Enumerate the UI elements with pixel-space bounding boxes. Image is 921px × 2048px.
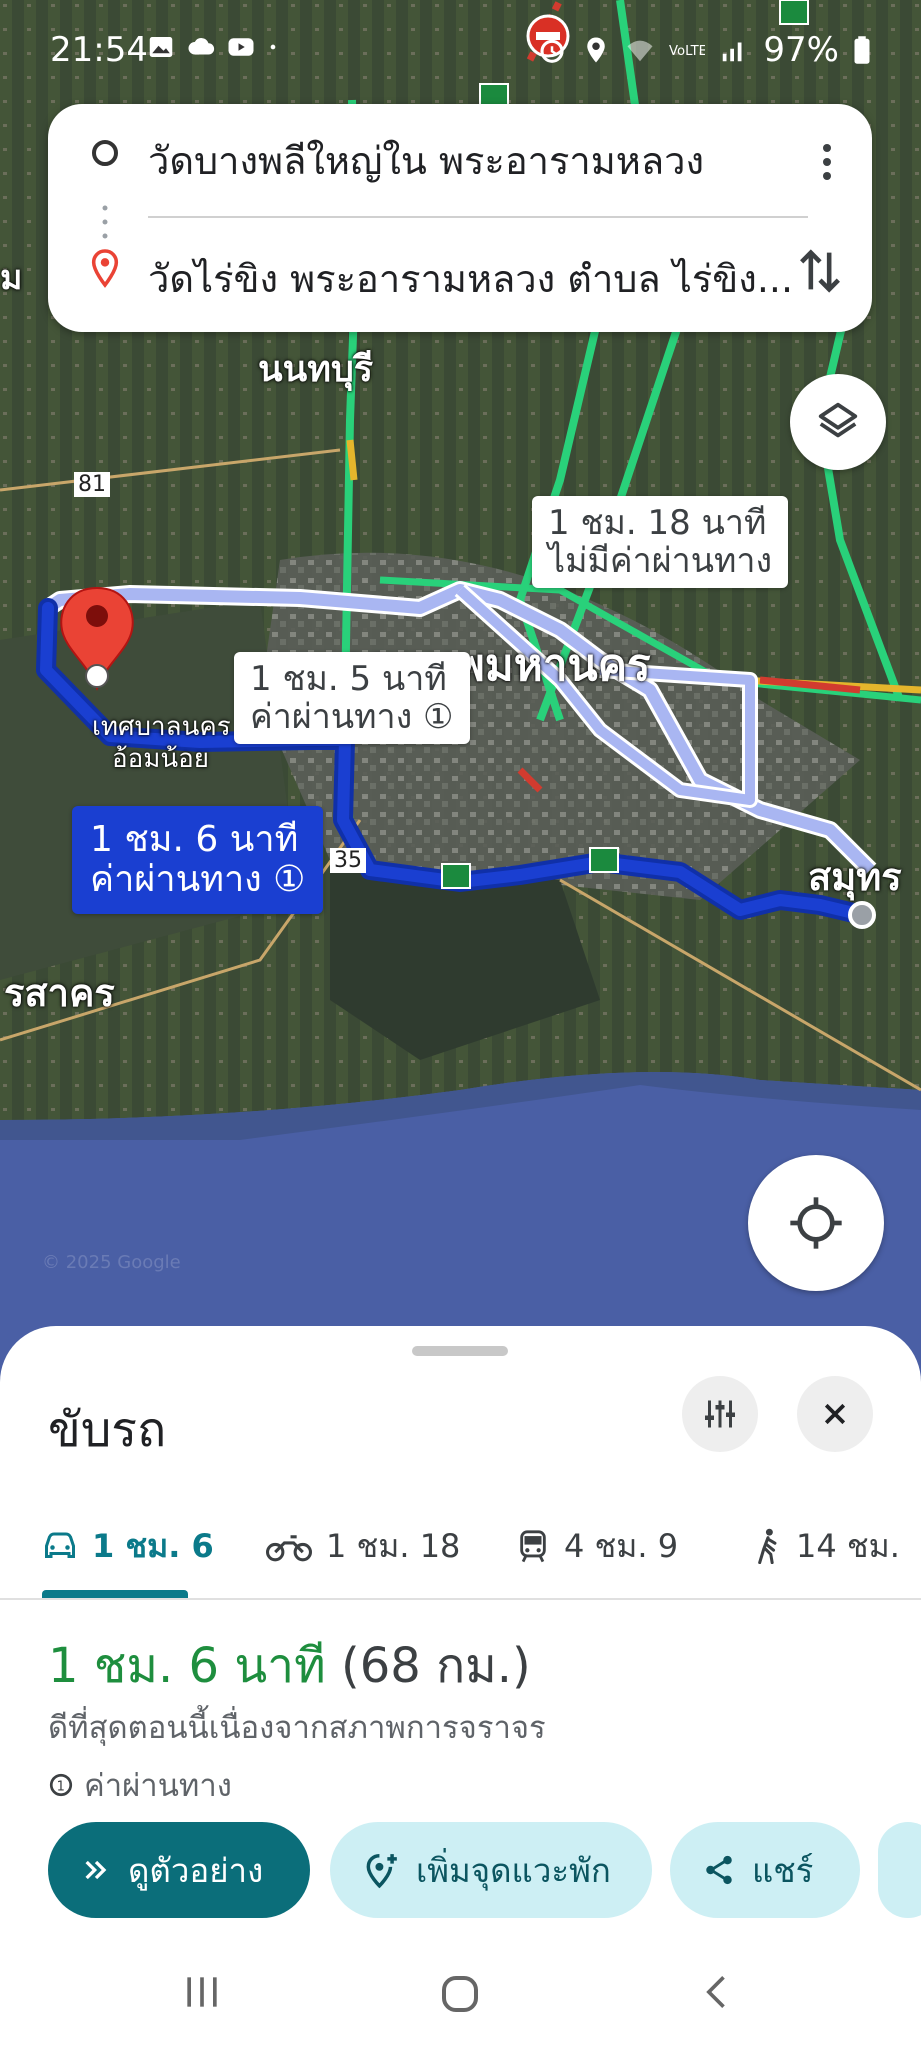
wifi-icon	[627, 40, 653, 62]
gallery-icon	[149, 37, 173, 57]
tab-motorcycle-label: 1 ชม. 18	[326, 1526, 461, 1565]
map-label-samut-sakhon: รสาคร	[4, 971, 115, 1015]
toll-label: ค่าผ่านทาง	[84, 1768, 232, 1804]
volte-icon: VoLTE	[669, 44, 705, 59]
my-location-button[interactable]	[748, 1155, 884, 1291]
alarm-icon	[540, 39, 564, 63]
map-label-om-noi-2: อ้อมน้อย	[112, 744, 209, 774]
route-summary: 1 ชม. 6 นาที (68 กม.)	[48, 1628, 531, 1704]
share-icon	[706, 1855, 732, 1885]
road-shield-81: 81	[74, 472, 110, 497]
share-button[interactable]: แชร์	[670, 1822, 860, 1918]
route-callout-primary-toll: ค่าผ่านทาง ①	[90, 859, 306, 900]
tab-transit[interactable]: 4 ชม. 9	[516, 1496, 678, 1596]
back-icon[interactable]	[696, 1970, 740, 2014]
add-location-icon	[366, 1854, 397, 1889]
route-callout-alt1-toll: ค่าผ่านทาง ①	[250, 697, 454, 737]
tab-walking-label: 14 ชม.	[796, 1526, 900, 1565]
status-bar: 21:54 VoLTE 97%	[0, 0, 921, 100]
youtube-icon	[228, 38, 254, 56]
share-label: แชร์	[752, 1850, 814, 1890]
road-shield-35: 35	[330, 848, 366, 873]
route-callout-alt2-time: 1 ชม. 18 นาที	[548, 503, 767, 543]
swap-icon[interactable]	[798, 244, 842, 298]
route-callout-alt1[interactable]: 1 ชม. 5 นาที ค่าผ่านทาง ①	[234, 652, 470, 744]
route-duration: 1 ชม. 6 นาที	[48, 1638, 326, 1694]
system-nav-bar	[0, 1940, 921, 2048]
layers-icon	[818, 402, 858, 438]
cloud-icon	[188, 38, 215, 55]
dot-icon	[270, 44, 276, 50]
close-button[interactable]	[797, 1376, 873, 1452]
tab-driving-label: 1 ชม. 6	[92, 1526, 214, 1565]
map-label-left-edge: ม	[0, 258, 23, 298]
car-icon	[45, 1532, 75, 1558]
origin-row[interactable]: วัดบางพลีใหญ่ใน พระอารามหลวง	[48, 104, 872, 204]
route-callout-alt2[interactable]: 1 ชม. 18 นาที ไม่มีค่าผ่านทาง	[532, 496, 789, 588]
tune-icon	[705, 1400, 735, 1428]
sheet-title: ขับรถ	[48, 1402, 167, 1458]
field-divider	[148, 216, 808, 218]
destination-row[interactable]: วัดไร่ขิง พระอารามหลวง ตำบล ไร่ขิง...	[48, 222, 872, 322]
tab-transit-label: 4 ชม. 9	[564, 1526, 679, 1565]
tab-driving[interactable]: 1 ชม. 6	[42, 1496, 214, 1596]
map-watermark: © 2025 Google	[42, 1252, 181, 1273]
route-callout-alt2-toll: ไม่มีค่าผ่านทาง	[548, 541, 773, 581]
train-icon	[520, 1530, 546, 1563]
directions-card: วัดบางพลีใหญ่ใน พระอารามหลวง วัดไร่ขิง พ…	[48, 104, 872, 332]
route-distance: (68 กม.)	[341, 1638, 531, 1694]
destination-field[interactable]: วัดไร่ขิง พระอารามหลวง ตำบล ไร่ขิง...	[148, 248, 793, 309]
route-reason: ดีที่สุดตอนนี้เนื่องจากสภาพการจราจร	[48, 1710, 546, 1746]
tab-motorcycle[interactable]: 1 ชม. 18	[266, 1496, 460, 1596]
route-callout-alt1-time: 1 ชม. 5 นาที	[250, 659, 447, 699]
more-chip[interactable]	[878, 1822, 921, 1918]
more-options-icon[interactable]	[822, 142, 832, 182]
signal-icon	[723, 42, 742, 62]
map-label-nonthaburi: นนทบุรี	[258, 349, 374, 390]
route-callout-primary[interactable]: 1 ชม. 6 นาที ค่าผ่านทาง ①	[72, 806, 324, 914]
destination-pin-icon	[91, 249, 119, 288]
origin-field[interactable]: วัดบางพลีใหญ่ใน พระอารามหลวง	[148, 130, 704, 191]
double-chevron-icon	[85, 1860, 107, 1880]
walk-icon	[758, 1528, 777, 1564]
recents-icon[interactable]	[180, 1970, 224, 2014]
home-icon[interactable]	[436, 1970, 484, 2018]
origin-circle-icon	[92, 140, 118, 166]
route-callout-primary-time: 1 ชม. 6 นาที	[90, 819, 299, 860]
add-stop-button[interactable]: เพิ่มจุดแวะพัก	[330, 1822, 652, 1918]
add-stop-label: เพิ่มจุดแวะพัก	[416, 1850, 611, 1890]
location-icon	[587, 37, 606, 63]
active-tab-indicator	[42, 1590, 188, 1598]
travel-mode-tabs: 1 ชม. 6 1 ชม. 18 4 ชม. 9 14 ชม.	[0, 1496, 921, 1600]
status-time: 21:54	[50, 30, 148, 70]
preview-button[interactable]: ดูตัวอย่าง	[48, 1822, 310, 1918]
battery-icon	[854, 36, 870, 64]
map-label-samut-prakan: สมุทร	[808, 855, 902, 899]
svg-text:1: 1	[57, 1779, 65, 1794]
preview-label: ดูตัวอย่าง	[128, 1850, 264, 1890]
svg-text:VoLTE: VoLTE	[669, 44, 705, 59]
battery-percent: 97%	[763, 30, 839, 70]
tab-walking[interactable]: 14 ชม.	[754, 1496, 900, 1596]
drag-handle[interactable]	[412, 1346, 508, 1356]
toll-info: 1 ค่าผ่านทาง	[48, 1760, 232, 1810]
layers-button[interactable]	[790, 374, 886, 470]
toll-icon: 1	[49, 1773, 73, 1797]
crosshair-icon	[790, 1197, 842, 1249]
route-options-button[interactable]	[682, 1376, 758, 1452]
close-icon	[824, 1403, 846, 1425]
motorcycle-icon	[266, 1535, 312, 1562]
